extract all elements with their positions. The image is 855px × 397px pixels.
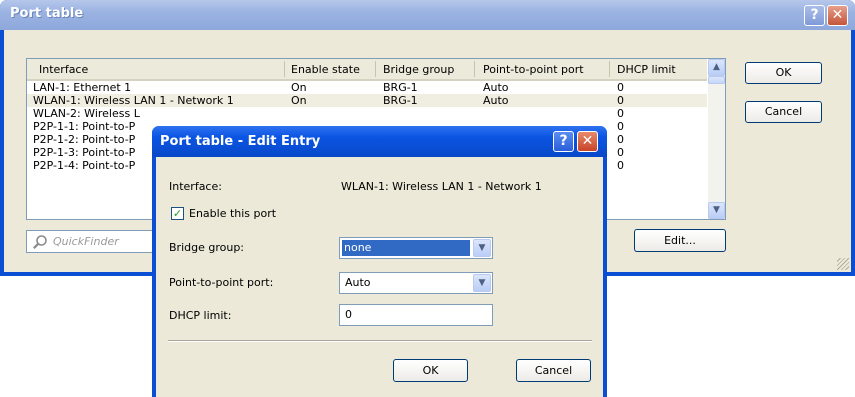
quickfinder-placeholder: QuickFinder xyxy=(53,235,119,248)
search-icon xyxy=(33,235,47,249)
cell-interface: P2P-1-4: Point-to-P xyxy=(33,159,136,172)
cell-p2p-port: Auto xyxy=(483,81,509,94)
p2p-port-select[interactable]: Auto ▼ xyxy=(339,272,493,294)
chevron-down-icon[interactable]: ▼ xyxy=(473,239,491,257)
cell-interface: LAN-1: Ethernet 1 xyxy=(33,81,132,94)
list-header: Interface Enable state Bridge group Poin… xyxy=(27,59,707,81)
bridge-group-label: Bridge group: xyxy=(169,241,245,254)
scroll-thumb[interactable] xyxy=(708,76,725,84)
vertical-scrollbar[interactable]: ▲ ▼ xyxy=(708,59,725,219)
interface-value: WLAN-1: Wireless LAN 1 - Network 1 xyxy=(341,180,542,193)
dhcp-limit-value: 0 xyxy=(345,308,352,321)
bridge-group-value: none xyxy=(342,240,470,256)
divider xyxy=(168,340,592,342)
cell-enable-state: On xyxy=(291,81,307,94)
column-header-enable-state[interactable]: Enable state xyxy=(291,63,360,76)
close-button[interactable]: ✕ xyxy=(827,5,848,26)
column-divider[interactable] xyxy=(375,61,376,77)
close-button[interactable]: ✕ xyxy=(577,131,598,152)
cell-dhcp-limit: 0 xyxy=(617,107,624,120)
cell-dhcp-limit: 0 xyxy=(617,133,624,146)
enable-port-checkbox[interactable]: ✓ xyxy=(171,207,184,220)
edit-entry-dialog: Port table - Edit Entry ? ✕ Interface: W… xyxy=(152,126,607,397)
cell-bridge-group: BRG-1 xyxy=(383,94,418,107)
window-title: Port table xyxy=(10,6,84,21)
interface-label: Interface: xyxy=(169,180,222,193)
dhcp-limit-field[interactable]: 0 xyxy=(339,304,493,326)
column-divider[interactable] xyxy=(609,61,610,77)
column-divider[interactable] xyxy=(284,61,285,77)
scroll-down-icon[interactable]: ▼ xyxy=(708,202,725,219)
cell-dhcp-limit: 0 xyxy=(617,120,624,133)
column-header-interface[interactable]: Interface xyxy=(39,63,88,76)
resize-grip[interactable] xyxy=(837,258,849,270)
cancel-button[interactable]: Cancel xyxy=(745,101,822,123)
ok-button[interactable]: OK xyxy=(745,62,822,84)
help-button[interactable]: ? xyxy=(553,131,574,152)
dhcp-limit-label: DHCP limit: xyxy=(169,309,232,322)
column-header-p2p-port[interactable]: Point-to-point port xyxy=(483,63,584,76)
scroll-up-icon[interactable]: ▲ xyxy=(708,59,725,76)
cell-interface: WLAN-2: Wireless L xyxy=(33,107,140,120)
dialog-titlebar[interactable]: Port table - Edit Entry ? ✕ xyxy=(152,126,607,157)
cell-dhcp-limit: 0 xyxy=(617,159,624,172)
dialog-cancel-button[interactable]: Cancel xyxy=(516,359,591,382)
cell-dhcp-limit: 0 xyxy=(617,81,624,94)
chevron-down-icon[interactable]: ▼ xyxy=(473,274,491,292)
column-divider[interactable] xyxy=(474,61,475,77)
cell-dhcp-limit: 0 xyxy=(617,146,624,159)
cell-dhcp-limit: 0 xyxy=(617,94,624,107)
dialog-client-area: Interface: WLAN-1: Wireless LAN 1 - Netw… xyxy=(156,157,603,397)
p2p-port-value: Auto xyxy=(345,276,371,289)
cell-enable-state: On xyxy=(291,94,307,107)
cell-interface: P2P-1-1: Point-to-P xyxy=(33,120,136,133)
edit-button[interactable]: Edit... xyxy=(634,229,726,252)
column-header-dhcp-limit[interactable]: DHCP limit xyxy=(617,63,676,76)
cell-interface: WLAN-1: Wireless LAN 1 - Network 1 xyxy=(33,94,234,107)
table-row-selected[interactable]: WLAN-1: Wireless LAN 1 - Network 1 On BR… xyxy=(27,94,707,107)
column-header-bridge-group[interactable]: Bridge group xyxy=(383,63,454,76)
table-row[interactable]: LAN-1: Ethernet 1 On BRG-1 Auto 0 xyxy=(27,81,707,94)
window-titlebar[interactable]: Port table ? ✕ xyxy=(0,0,855,30)
p2p-port-label: Point-to-point port: xyxy=(169,276,274,289)
enable-port-label[interactable]: Enable this port xyxy=(189,207,276,220)
dialog-ok-button[interactable]: OK xyxy=(393,359,468,382)
cell-interface: P2P-1-2: Point-to-P xyxy=(33,133,136,146)
cell-bridge-group: BRG-1 xyxy=(383,81,418,94)
cell-interface: P2P-1-3: Point-to-P xyxy=(33,146,136,159)
cell-p2p-port: Auto xyxy=(483,94,509,107)
bridge-group-select[interactable]: none ▼ xyxy=(339,237,493,259)
help-button[interactable]: ? xyxy=(804,5,825,26)
table-row[interactable]: WLAN-2: Wireless L 0 xyxy=(27,107,707,120)
dialog-title: Port table - Edit Entry xyxy=(160,134,321,149)
